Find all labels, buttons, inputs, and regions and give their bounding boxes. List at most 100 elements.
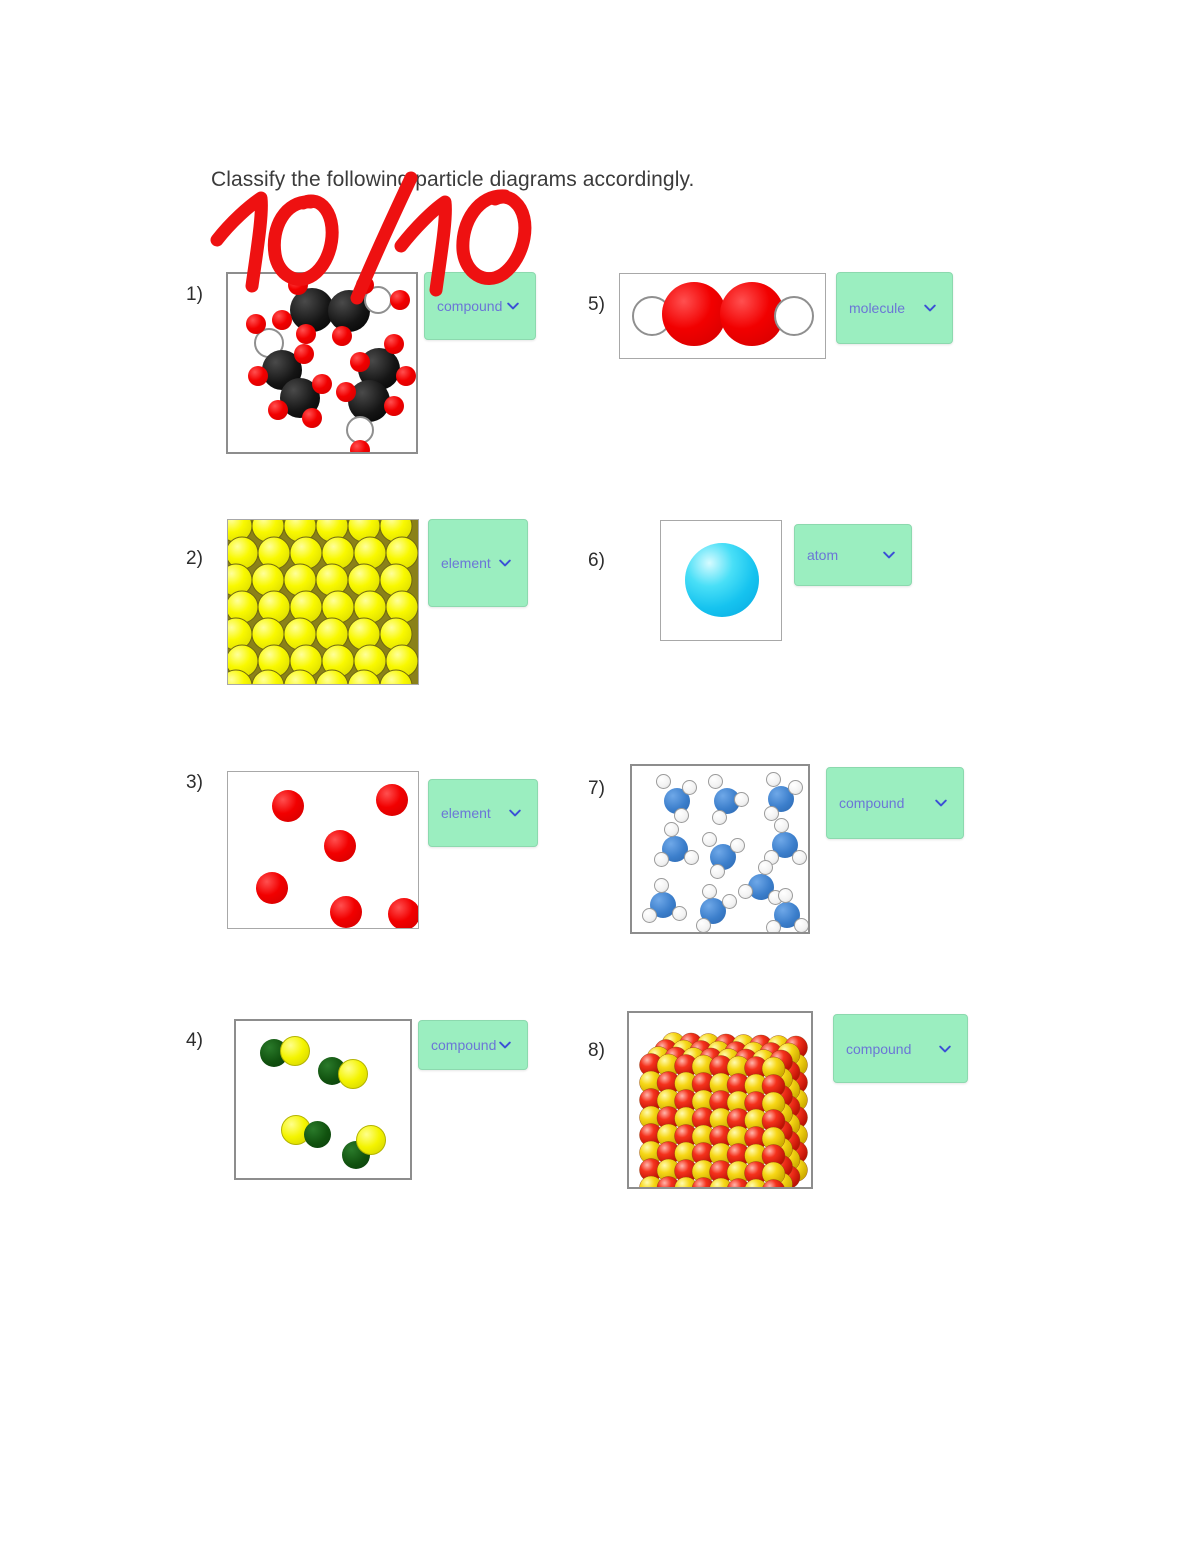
chevron-down-icon <box>499 1041 511 1049</box>
ionic-crystal-lattice <box>629 1013 811 1187</box>
question-2-number: 2) <box>186 548 203 569</box>
question-6-diagram <box>660 520 782 641</box>
oxygen-atom <box>396 366 416 386</box>
hydrogen-atom <box>758 860 773 875</box>
hydrogen-atom <box>674 808 689 823</box>
red-atom <box>256 872 288 904</box>
oxygen-atom <box>332 326 352 346</box>
hydrogen-atom <box>702 832 717 847</box>
question-4-answer-dropdown[interactable]: compound <box>418 1020 528 1070</box>
question-5-number: 5) <box>588 294 605 315</box>
red-atom <box>324 830 356 862</box>
chevron-down-icon <box>507 302 519 310</box>
worksheet-page: Classify the following particle diagrams… <box>0 0 1200 1553</box>
hydrogen-atom <box>792 850 807 865</box>
chevron-down-icon <box>883 551 895 559</box>
oxygen-atom <box>246 314 266 334</box>
page-title: Classify the following particle diagrams… <box>211 168 695 191</box>
question-7-answer-value: compound <box>839 795 905 811</box>
question-3-answer-dropdown[interactable]: element <box>428 779 538 847</box>
hydrogen-atom <box>656 774 671 789</box>
oxygen-atom <box>272 310 292 330</box>
oxygen-atom <box>384 396 404 416</box>
hydrogen-atom <box>722 894 737 909</box>
hydrogen-atom <box>654 878 669 893</box>
oxygen-atom <box>356 276 374 294</box>
hydrogen-atom <box>794 918 808 932</box>
chevron-down-icon <box>509 809 521 817</box>
oxygen-atom <box>662 282 726 346</box>
hydrogen-atom <box>774 818 789 833</box>
question-2-diagram <box>227 519 419 685</box>
question-7-diagram <box>630 764 810 934</box>
oxygen-atom <box>336 382 356 402</box>
hydrogen-atom <box>774 296 814 336</box>
metal-lattice <box>228 520 418 684</box>
hydrogen-atom <box>684 850 699 865</box>
question-4-answer-value: compound <box>431 1037 497 1053</box>
chevron-down-icon <box>935 799 947 807</box>
question-2-answer-dropdown[interactable]: element <box>428 519 528 607</box>
question-6-number: 6) <box>588 550 605 571</box>
chevron-down-icon <box>924 304 936 312</box>
hydrogen-atom <box>702 884 717 899</box>
oxygen-atom <box>312 374 332 394</box>
oxygen-atom <box>294 344 314 364</box>
question-7-number: 7) <box>588 778 605 799</box>
hydrogen-atom <box>664 822 679 837</box>
hydrogen-atom <box>738 884 753 899</box>
chevron-down-icon <box>499 559 511 567</box>
oxygen-atom <box>288 275 308 295</box>
red-atom <box>272 790 304 822</box>
hydrogen-atom <box>766 920 781 932</box>
single-atom <box>685 543 759 617</box>
oxygen-atom <box>384 334 404 354</box>
question-8-diagram <box>627 1011 813 1189</box>
hydrogen-atom <box>708 774 723 789</box>
oxygen-atom <box>296 324 316 344</box>
oxygen-atom <box>390 290 410 310</box>
hydrogen-atom <box>788 780 803 795</box>
question-3-diagram <box>227 771 419 929</box>
red-atom <box>376 784 408 816</box>
question-5-diagram <box>619 273 826 359</box>
question-5-answer-dropdown[interactable]: molecule <box>836 272 953 344</box>
yellow-atom <box>356 1125 386 1155</box>
question-2-answer-value: element <box>441 555 491 571</box>
hydrogen-atom <box>778 888 793 903</box>
hydrogen-atom <box>730 838 745 853</box>
question-6-answer-dropdown[interactable]: atom <box>794 524 912 586</box>
question-1-diagram <box>226 272 418 454</box>
oxygen-atom <box>302 408 322 428</box>
hydrogen-atom <box>654 852 669 867</box>
oxygen-atom <box>350 352 370 372</box>
chevron-down-icon <box>939 1045 951 1052</box>
hydrogen-atom <box>672 906 687 921</box>
red-atom <box>388 898 418 928</box>
oxygen-atom <box>248 366 268 386</box>
hydrogen-atom <box>642 908 657 923</box>
question-3-answer-value: element <box>441 805 491 821</box>
yellow-atom <box>280 1036 310 1066</box>
hydrogen-atom <box>682 780 697 795</box>
question-8-number: 8) <box>588 1040 605 1061</box>
question-4-number: 4) <box>186 1030 203 1051</box>
question-6-answer-value: atom <box>807 547 839 563</box>
oxygen-atom <box>350 440 370 452</box>
question-1-number: 1) <box>186 284 203 305</box>
hydrogen-atom <box>710 864 725 879</box>
question-8-answer-dropdown[interactable]: compound <box>833 1014 968 1083</box>
red-atom <box>330 896 362 928</box>
question-8-answer-value: compound <box>846 1040 912 1057</box>
hydrogen-atom <box>712 810 727 825</box>
question-3-number: 3) <box>186 772 203 793</box>
hydrogen-atom <box>696 918 711 932</box>
oxygen-atom <box>268 400 288 420</box>
question-7-answer-dropdown[interactable]: compound <box>826 767 964 839</box>
hydrogen-atom <box>766 772 781 787</box>
question-1-answer-value: compound <box>437 298 503 314</box>
yellow-atom <box>338 1059 368 1089</box>
hydrogen-atom <box>734 792 749 807</box>
question-5-answer-value: molecule <box>849 300 906 316</box>
question-1-answer-dropdown[interactable]: compound <box>424 272 536 340</box>
